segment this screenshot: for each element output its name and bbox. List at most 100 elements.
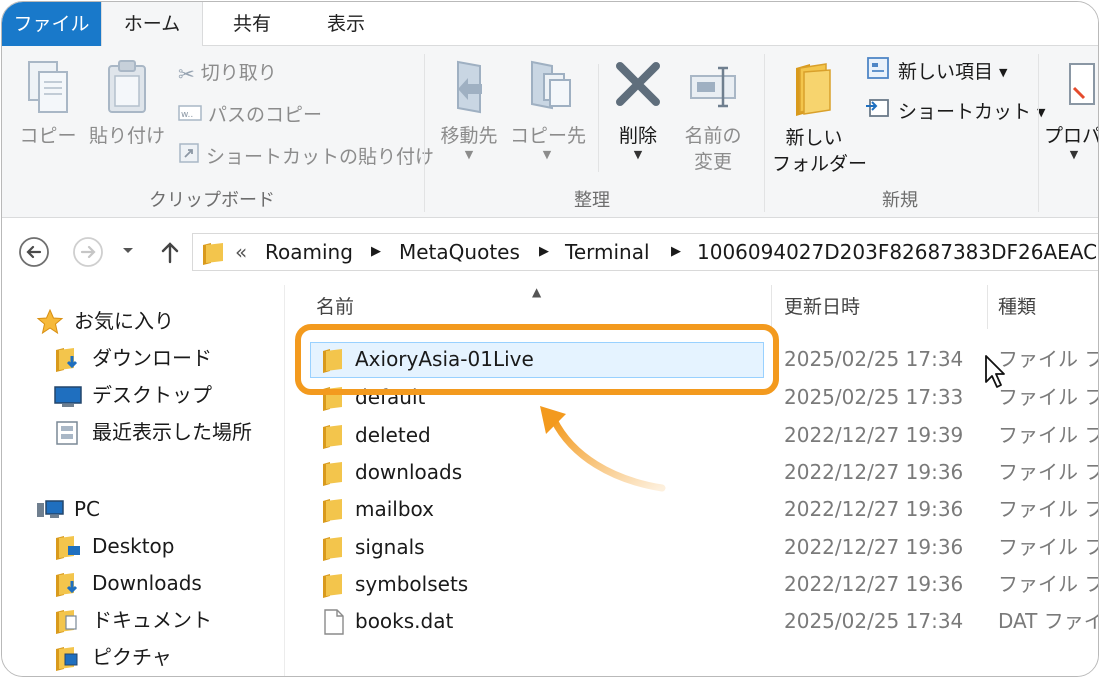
star-icon xyxy=(36,308,64,335)
new-folder-button[interactable]: 新しい フォルダー xyxy=(772,58,868,177)
nav-item-label: Desktop xyxy=(92,534,175,558)
file-name: signals xyxy=(355,535,425,559)
nav-item-label: ドキュメント xyxy=(92,608,212,632)
cut-button[interactable]: ✂ 切り取り xyxy=(178,58,277,88)
file-row-books-dat[interactable]: books.dat 2025/02/25 17:34 DAT ファイル xyxy=(286,603,1098,640)
documents-folder-icon xyxy=(54,608,82,634)
new-item-icon xyxy=(864,56,892,89)
nav-item-label: デスクトップ xyxy=(92,383,212,407)
forward-button[interactable] xyxy=(72,236,104,268)
breadcrumb-roaming[interactable]: Roaming xyxy=(265,234,353,270)
breadcrumb-chevron-icon[interactable]: ▶ xyxy=(671,234,681,270)
copy-icon xyxy=(28,61,68,113)
clipboard-group-label: クリップボード xyxy=(149,190,275,211)
rename-label-line2: 変更 xyxy=(693,151,732,173)
file-name: symbolsets xyxy=(355,572,469,596)
chevron-down-icon: ▼ xyxy=(464,148,474,161)
up-button[interactable] xyxy=(154,236,186,268)
chevron-down-icon: ▼ xyxy=(633,148,643,161)
properties-button[interactable]: プロパ ▼ xyxy=(1044,58,1099,161)
mouse-cursor-icon xyxy=(985,355,1005,388)
paste-shortcut-label: ショートカットの貼り付け xyxy=(206,146,435,168)
shortcut-label: ショートカット xyxy=(898,101,1032,123)
svg-text:w..: w.. xyxy=(181,110,193,120)
file-row-deleted[interactable]: deleted 2022/12/27 19:39 ファイル フォルダー xyxy=(286,417,1098,454)
up-arrow-icon xyxy=(161,242,179,264)
group-separator xyxy=(764,54,765,212)
desktop-icon xyxy=(54,383,82,409)
breadcrumb-chevron-icon[interactable]: ▶ xyxy=(371,234,381,270)
breadcrumb-terminal[interactable]: Terminal xyxy=(565,234,650,270)
nav-favorites-label: お気に入り xyxy=(74,309,174,333)
delete-x-icon xyxy=(616,62,660,106)
file-type: ファイル フォルダー xyxy=(998,497,1098,521)
file-name: downloads xyxy=(355,460,463,484)
explorer-window: ファイル ホーム 共有 表示 コピー 貼り付け ✂ 切り取り w.. パスのコピ… xyxy=(1,1,1099,677)
properties-label: プロパ xyxy=(1044,125,1099,147)
copy-path-label: パスのコピー xyxy=(208,104,323,126)
folder-icon xyxy=(322,572,346,598)
move-to-button[interactable]: 移動先 ▼ xyxy=(432,58,506,161)
rename-button[interactable]: 名前の 変更 xyxy=(676,58,750,175)
column-header-name[interactable]: 名前 xyxy=(286,285,772,329)
file-type: ファイル フォルダー xyxy=(998,572,1098,596)
file-date: 2022/12/27 19:36 xyxy=(784,460,964,484)
new-item-label: 新しい項目 xyxy=(898,61,994,83)
desktop-folder-icon xyxy=(54,534,82,560)
highlight-box xyxy=(295,324,779,395)
properties-icon xyxy=(1069,63,1095,105)
file-row-signals[interactable]: signals 2022/12/27 19:36 ファイル フォルダー xyxy=(286,529,1098,566)
paste-button[interactable]: 貼り付け xyxy=(88,58,166,149)
folder-icon xyxy=(322,423,346,449)
move-to-icon xyxy=(457,60,482,114)
file-type: DAT ファイル xyxy=(998,609,1098,633)
breadcrumb-overflow[interactable]: « xyxy=(235,234,247,270)
group-separator xyxy=(424,54,425,212)
rename-label-line1: 名前の xyxy=(684,125,742,147)
new-group-label: 新規 xyxy=(882,190,918,211)
chevron-down-icon: ▼ xyxy=(542,148,552,161)
copy-path-button[interactable]: w.. パスのコピー xyxy=(178,100,322,130)
new-item-button[interactable]: 新しい項目 ▼ xyxy=(864,56,1007,86)
file-row-symbolsets[interactable]: symbolsets 2022/12/27 19:36 ファイル フォルダー xyxy=(286,566,1098,603)
paste-label: 貼り付け xyxy=(88,125,165,147)
tab-share[interactable]: 共有 xyxy=(203,2,301,46)
chevron-down-icon xyxy=(123,248,133,253)
breadcrumb-metaquotes[interactable]: MetaQuotes xyxy=(399,234,520,270)
shortcut-button[interactable]: ショートカット ▼ xyxy=(864,96,1045,126)
tab-file[interactable]: ファイル xyxy=(2,2,101,46)
delete-label: 削除 xyxy=(618,125,657,147)
copy-label: コピー xyxy=(19,125,77,147)
address-bar[interactable]: « Roaming ▶ MetaQuotes ▶ Terminal ▶ 1006… xyxy=(192,233,1098,271)
rename-icon xyxy=(690,66,736,108)
nav-item-label: 最近表示した場所 xyxy=(92,420,252,444)
recent-locations-button[interactable] xyxy=(118,241,138,261)
pictures-folder-icon xyxy=(54,645,82,671)
paste-shortcut-button[interactable]: ショートカットの貼り付け xyxy=(178,142,434,172)
file-type: ファイル フォルダー xyxy=(998,347,1098,371)
new-folder-label-line2: フォルダー xyxy=(772,153,868,175)
cut-label: 切り取り xyxy=(200,62,277,84)
file-row-downloads[interactable]: downloads 2022/12/27 19:36 ファイル フォルダー xyxy=(286,454,1098,491)
tab-home[interactable]: ホーム xyxy=(101,2,203,47)
back-button[interactable] xyxy=(18,236,50,268)
navigation-pane: お気に入り ダウンロード デスクトップ 最近表示した場所 PC Desktop … xyxy=(2,285,285,676)
shortcut-icon xyxy=(864,96,892,129)
folder-icon xyxy=(201,240,227,270)
recent-places-icon xyxy=(54,420,82,446)
column-header-modified[interactable]: 更新日時 xyxy=(772,285,988,329)
breadcrumb-terminal-id[interactable]: 1006094027D203F82687383DF26AEAC1 xyxy=(697,234,1098,270)
copy-to-button[interactable]: コピー先 ▼ xyxy=(510,58,586,161)
chevron-down-icon: ▼ xyxy=(999,65,1008,79)
folder-icon xyxy=(322,460,346,486)
file-date: 2022/12/27 19:39 xyxy=(784,423,964,447)
file-row-mailbox[interactable]: mailbox 2022/12/27 19:36 ファイル フォルダー xyxy=(286,491,1098,528)
downloads-folder-icon xyxy=(54,346,82,372)
back-arrow-icon xyxy=(19,237,49,267)
breadcrumb-chevron-icon[interactable]: ▶ xyxy=(539,234,549,270)
column-header-type[interactable]: 種類 xyxy=(988,285,1098,329)
delete-button[interactable]: 削除 ▼ xyxy=(606,58,670,161)
tab-view[interactable]: 表示 xyxy=(301,2,391,46)
file-type: ファイル フォルダー xyxy=(998,535,1098,559)
copy-button[interactable]: コピー xyxy=(16,58,80,149)
